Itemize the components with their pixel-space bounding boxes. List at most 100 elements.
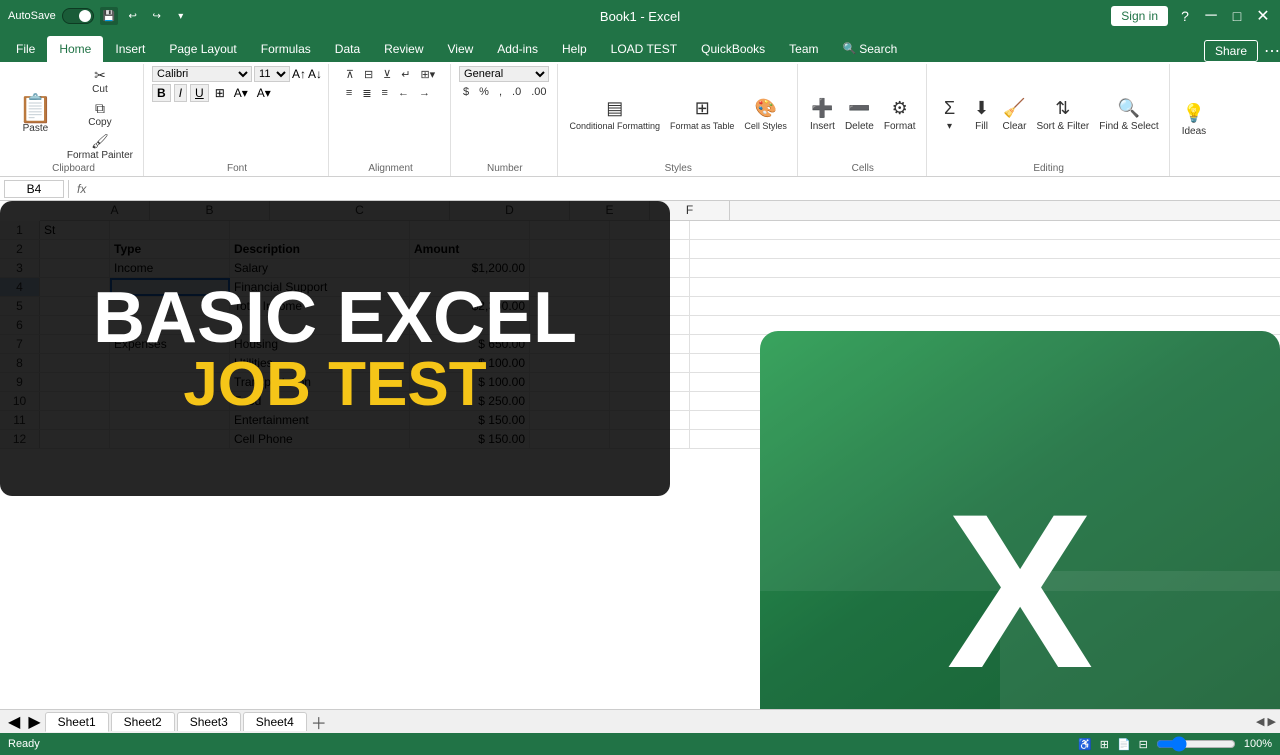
zoom-slider[interactable] [1156, 736, 1236, 752]
increase-font-button[interactable]: A↑ [292, 67, 306, 81]
sign-in-button[interactable]: Sign in [1111, 6, 1168, 26]
insert-cells-button[interactable]: ➕ Insert [806, 96, 839, 134]
share-button[interactable]: Share [1204, 40, 1258, 62]
sheet-tab-sheet1[interactable]: Sheet1 [45, 712, 109, 732]
scroll-indicator: ◀ ▶ [1256, 715, 1276, 728]
format-cells-icon: ⚙ [892, 98, 908, 119]
cut-button[interactable]: ✂Cut [63, 66, 137, 97]
tab-help[interactable]: Help [550, 36, 599, 62]
format-painter-button[interactable]: 🖌Format Painter [63, 132, 137, 163]
underline-button[interactable]: U [190, 84, 209, 102]
normal-view-button[interactable]: ⊞ [1100, 738, 1109, 751]
font-color-button[interactable]: A▾ [254, 85, 274, 101]
redo-icon[interactable]: ↪ [148, 7, 166, 25]
clear-button[interactable]: 🧹 Clear [999, 96, 1031, 134]
titlebar-right: Sign in ? ─ □ ✕ [1111, 6, 1272, 26]
tab-review[interactable]: Review [372, 36, 435, 62]
cut-icon: ✂ [94, 68, 106, 82]
cells-group: ➕ Insert ➖ Delete ⚙ Format Cells [800, 64, 927, 176]
tab-team[interactable]: Team [777, 36, 830, 62]
tab-file[interactable]: File [4, 36, 47, 62]
page-break-view-button[interactable]: ⊟ [1139, 738, 1148, 751]
sheet-tab-sheet3[interactable]: Sheet3 [177, 712, 241, 731]
increase-indent-button[interactable]: → [415, 85, 434, 102]
decrease-decimal-button[interactable]: .00 [527, 84, 550, 100]
undo-icon[interactable]: ↩ [124, 7, 142, 25]
copy-button[interactable]: ⧉Copy [63, 99, 137, 130]
tab-quickbooks[interactable]: QuickBooks [689, 36, 777, 62]
font-size-select[interactable]: 11 [254, 66, 290, 82]
increase-decimal-button[interactable]: .0 [508, 84, 525, 100]
minimize-button[interactable]: ─ [1202, 7, 1220, 25]
autosave-toggle[interactable] [62, 8, 94, 24]
status-bar: Ready ♿ ⊞ 📄 ⊟ 100% [0, 733, 1280, 755]
decrease-indent-button[interactable]: ← [394, 85, 413, 102]
tab-home[interactable]: Home [47, 36, 103, 62]
cell-styles-icon: 🎨 [754, 98, 776, 119]
find-select-button[interactable]: 🔍 Find & Select [1095, 96, 1162, 134]
align-top-row: ⊼ ⊟ ⊻ ↵ ⊞▾ [342, 66, 439, 83]
page-layout-view-button[interactable]: 📄 [1117, 738, 1131, 751]
number-group: General Number Currency $ % , .0 .00 Num… [453, 64, 557, 176]
wrap-text-button[interactable]: ↵ [397, 66, 414, 83]
delete-cells-button[interactable]: ➖ Delete [841, 96, 878, 134]
format-as-table-button[interactable]: ⊞ Format as Table [666, 96, 738, 133]
tab-search[interactable]: 🔍Search [831, 36, 910, 62]
format-cells-button[interactable]: ⚙ Format [880, 96, 920, 134]
close-button[interactable]: ✕ [1254, 7, 1272, 25]
cell-styles-button[interactable]: 🎨 Cell Styles [740, 96, 791, 133]
scroll-tabs-left-button[interactable]: ◀ [4, 712, 24, 732]
comma-button[interactable]: , [495, 84, 506, 100]
scroll-tabs-right-button[interactable]: ▶ [24, 712, 44, 732]
fill-color-button[interactable]: A▾ [231, 85, 251, 101]
italic-button[interactable]: I [174, 84, 187, 102]
number-format-select[interactable]: General Number Currency [459, 66, 549, 82]
thumbnail-overlay: BASIC EXCEL JOB TEST [0, 201, 670, 496]
tab-loadtest[interactable]: LOAD TEST [599, 36, 689, 62]
styles-buttons: ▤ Conditional Formatting ⊞ Format as Tab… [566, 66, 791, 163]
align-left-button[interactable]: ≡ [342, 85, 356, 102]
percent-button[interactable]: % [475, 84, 493, 100]
font-family-select[interactable]: Calibri [152, 66, 252, 82]
ideas-icon: 💡 [1183, 103, 1205, 124]
status-ready: Ready [8, 738, 40, 750]
merge-button[interactable]: ⊞▾ [416, 66, 439, 83]
sheet-tab-sheet4[interactable]: Sheet4 [243, 712, 307, 731]
statusbar-right-section: ♿ ⊞ 📄 ⊟ 100% [1078, 736, 1272, 752]
maximize-button[interactable]: □ [1228, 7, 1246, 25]
decrease-font-button[interactable]: A↓ [308, 67, 322, 81]
tab-addins[interactable]: Add-ins [485, 36, 550, 62]
tab-page-layout[interactable]: Page Layout [157, 36, 248, 62]
help-icon[interactable]: ? [1176, 7, 1194, 25]
tab-data[interactable]: Data [323, 36, 372, 62]
bold-button[interactable]: B [152, 84, 171, 102]
sheet-tab-sheet2[interactable]: Sheet2 [111, 712, 175, 731]
sort-filter-button[interactable]: ⇅ Sort & Filter [1032, 96, 1093, 134]
ribbon-tabs: File Home Insert Page Layout Formulas Da… [0, 32, 1280, 62]
currency-button[interactable]: $ [459, 84, 473, 100]
number-btns-row: $ % , .0 .00 [459, 84, 550, 100]
tab-formulas[interactable]: Formulas [249, 36, 323, 62]
find-select-icon: 🔍 [1118, 98, 1140, 119]
overlay-subtitle: JOB TEST [183, 354, 486, 416]
cell-reference-box[interactable] [4, 180, 64, 198]
align-right-button[interactable]: ≡ [378, 85, 392, 102]
fill-button[interactable]: ⬇ Fill [967, 96, 997, 134]
ideas-button[interactable]: 💡 Ideas [1178, 101, 1210, 139]
align-top-button[interactable]: ⊼ [342, 66, 358, 83]
conditional-formatting-button[interactable]: ▤ Conditional Formatting [566, 96, 665, 133]
autosum-button[interactable]: Σ ▾ [935, 96, 965, 134]
align-middle-button[interactable]: ⊟ [360, 66, 377, 83]
formula-input[interactable] [90, 181, 1276, 197]
paste-button[interactable]: 📋 Paste [10, 91, 61, 138]
ribbon-collapse-icon[interactable]: ⋯ [1264, 41, 1280, 61]
customize-icon[interactable]: ▾ [172, 7, 190, 25]
align-bottom-button[interactable]: ⊻ [379, 66, 395, 83]
tab-view[interactable]: View [436, 36, 486, 62]
add-sheet-button[interactable]: ＋ [309, 712, 329, 732]
border-button[interactable]: ⊞ [212, 85, 228, 101]
font-style-row: B I U ⊞ A▾ A▾ [152, 84, 322, 102]
align-center-button[interactable]: ≣ [358, 85, 375, 102]
quick-save-icon[interactable]: 💾 [100, 7, 118, 25]
tab-insert[interactable]: Insert [103, 36, 157, 62]
